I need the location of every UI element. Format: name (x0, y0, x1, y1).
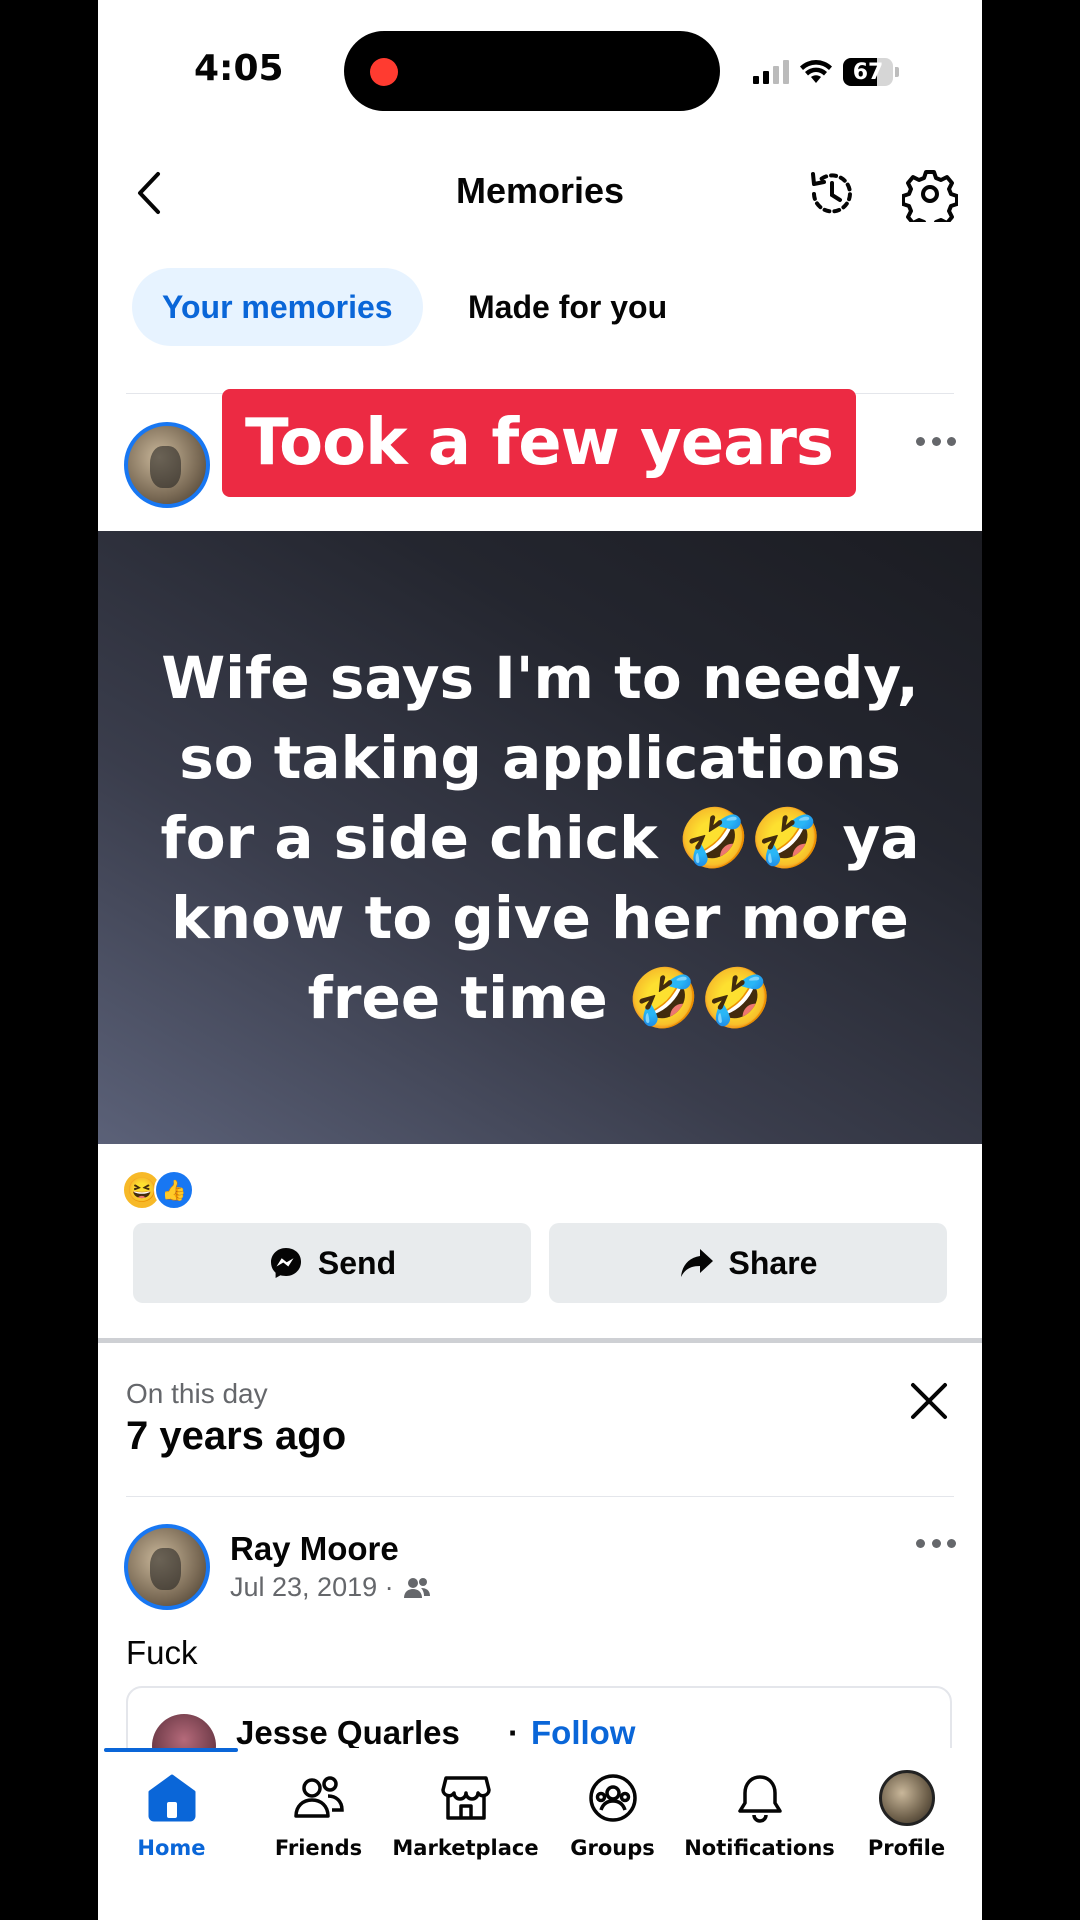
share-arrow-icon (680, 1249, 713, 1277)
battery-level: 67 (852, 59, 884, 85)
nav-label: Notifications (684, 1836, 835, 1860)
share-label: Share (728, 1244, 818, 1281)
section-separator (98, 1338, 982, 1343)
share-button[interactable]: Share (549, 1223, 947, 1303)
like-reaction-icon: 👍 (154, 1170, 194, 1210)
follow-link[interactable]: Follow (531, 1714, 635, 1752)
years-ago-title: 7 years ago (126, 1414, 347, 1458)
nav-label: Home (137, 1836, 206, 1860)
nav-home[interactable]: Home (98, 1770, 245, 1860)
video-caption-overlay: Took a few years (222, 389, 856, 497)
post-date: Jul 23, 2019 · (230, 1572, 394, 1602)
post-text: Wife says I'm to needy, so taking applic… (160, 643, 920, 1032)
wifi-icon (800, 60, 832, 83)
shared-author-name[interactable]: Jesse Quarles (236, 1714, 460, 1752)
divider (126, 1496, 954, 1497)
reaction-summary[interactable]: 😆 👍 (122, 1170, 194, 1210)
bottom-nav: Home Friends Marketplace Groups Notifica… (98, 1748, 982, 1920)
tab-your-memories[interactable]: Your memories (132, 268, 423, 346)
tab-made-for-you[interactable]: Made for you (468, 268, 667, 346)
messenger-icon (270, 1248, 301, 1278)
memory-post-text: Fuck (126, 1634, 198, 1671)
author-name[interactable]: Ray Moore (230, 1530, 399, 1568)
home-icon (144, 1770, 200, 1826)
text-post-background: Wife says I'm to needy, so taking applic… (98, 531, 982, 1144)
close-icon[interactable] (908, 1380, 950, 1422)
battery-icon: 67 (843, 58, 893, 86)
nav-marketplace[interactable]: Marketplace (392, 1770, 539, 1860)
active-tab-indicator (104, 1748, 238, 1752)
nav-notifications[interactable]: Notifications (684, 1770, 835, 1860)
nav-label: Groups (570, 1836, 655, 1860)
profile-avatar (878, 1770, 935, 1826)
cellular-signal-icon (753, 60, 789, 84)
more-options-icon[interactable] (916, 1539, 956, 1551)
history-icon[interactable] (804, 166, 860, 222)
dynamic-island (344, 31, 720, 111)
nav-groups[interactable]: Groups (539, 1770, 686, 1860)
more-options-icon[interactable] (916, 437, 956, 449)
marketplace-icon (438, 1770, 494, 1826)
author-avatar[interactable] (124, 1524, 210, 1610)
status-icons: 67 (753, 55, 899, 89)
bell-icon (732, 1770, 788, 1826)
gear-icon[interactable] (902, 166, 958, 222)
avatar[interactable] (124, 422, 210, 508)
status-time: 4:05 (194, 48, 284, 89)
nav-label: Marketplace (392, 1836, 539, 1860)
send-button[interactable]: Send (133, 1223, 531, 1303)
nav-profile[interactable]: Profile (833, 1770, 980, 1860)
nav-label: Friends (274, 1836, 363, 1860)
name-separator: · (508, 1714, 519, 1751)
send-label: Send (317, 1244, 397, 1281)
friends-audience-icon (403, 1577, 430, 1598)
on-this-day-label: On this day (126, 1378, 268, 1409)
groups-icon (585, 1770, 641, 1826)
recording-indicator-icon (370, 58, 398, 86)
nav-friends[interactable]: Friends (245, 1770, 392, 1860)
post-meta: Jul 23, 2019 · (230, 1572, 432, 1603)
friends-icon (291, 1770, 347, 1826)
nav-label: Profile (867, 1836, 946, 1860)
screen: 4:05 67 Memories Your memories Made for (98, 0, 982, 1920)
